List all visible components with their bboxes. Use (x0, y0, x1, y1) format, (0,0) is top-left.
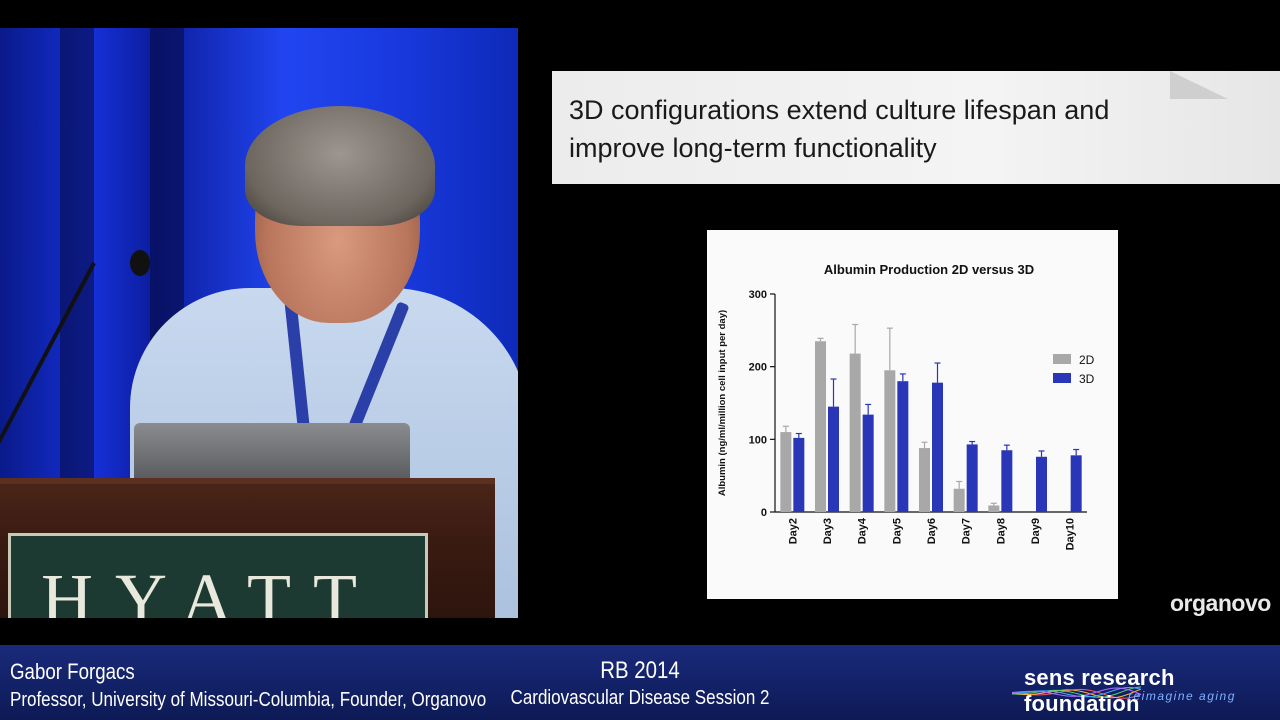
chart-title: Albumin Production 2D versus 3D (824, 262, 1034, 277)
laptop (134, 423, 410, 478)
video-frame: HYATT 3D configurations extend culture l… (0, 0, 1280, 720)
bar-2d-day8 (988, 505, 1000, 512)
slide-title-bar: 3D configurations extend culture lifespa… (552, 71, 1280, 184)
microphone-head (130, 250, 150, 276)
bar-3d-day6 (932, 382, 943, 512)
session-name: Cardiovascular Disease Session 2 (510, 687, 770, 709)
bar-3d-day7 (966, 444, 978, 512)
y-axis-label: Albumin (ng/ml/million cell input per da… (717, 310, 728, 496)
x-tick-label: Day9 (1030, 518, 1042, 544)
legend-swatch-3d (1053, 373, 1071, 383)
speaker-role: Professor, University of Missouri-Columb… (10, 689, 487, 711)
y-tick-label: 200 (749, 362, 767, 374)
x-tick-label: Day8 (995, 518, 1007, 544)
legend-label-3d: 3D (1079, 372, 1095, 386)
x-tick-label: Day10 (1065, 518, 1077, 550)
bar-3d-day3 (828, 406, 839, 512)
x-tick-label: Day5 (891, 518, 903, 544)
bar-3d-day10 (1070, 455, 1082, 512)
legend-label-2d: 2D (1079, 353, 1095, 367)
bar-2d-day7 (953, 488, 965, 512)
lower-third-banner: Gabor Forgacs Professor, University of M… (0, 645, 1280, 720)
podium-sign: HYATT (8, 533, 428, 618)
legend-swatch-2d (1053, 354, 1071, 364)
x-tick-label: Day7 (961, 518, 973, 544)
bar-2d-day2 (780, 432, 792, 512)
bar-2d-day3 (815, 341, 826, 512)
bar-3d-day5 (897, 381, 909, 512)
event-name: RB 2014 (600, 657, 680, 684)
albumin-chart: Albumin Production 2D versus 3D Albumin (… (707, 230, 1118, 599)
bar-2d-day6 (919, 448, 930, 512)
speaker-hair (245, 106, 435, 226)
y-tick-label: 300 (749, 289, 767, 301)
organovo-logo: organovo (1170, 590, 1271, 616)
bar-2d-day5 (884, 370, 896, 512)
y-tick-label: 0 (761, 507, 767, 519)
bar-3d-day2 (793, 437, 805, 512)
x-tick-label: Day6 (926, 518, 938, 544)
bar-2d-day4 (849, 353, 861, 512)
chart-canvas: Albumin Production 2D versus 3D Albumin (… (717, 262, 1095, 550)
speaker-name: Gabor Forgacs (10, 659, 135, 684)
bar-3d-day4 (862, 414, 874, 512)
podium-sign-text: HYATT (41, 559, 379, 618)
speaker-video: HYATT (0, 28, 518, 618)
bar-3d-day9 (1036, 456, 1047, 512)
x-tick-label: Day3 (822, 518, 834, 544)
slide-title: 3D configurations extend culture lifespa… (569, 95, 1110, 163)
x-tick-label: Day2 (787, 518, 799, 544)
y-tick-label: 100 (749, 434, 767, 446)
bar-3d-day8 (1001, 450, 1013, 512)
x-tick-label: Day4 (857, 517, 869, 544)
org-tagline: reimagine aging (1128, 689, 1236, 703)
